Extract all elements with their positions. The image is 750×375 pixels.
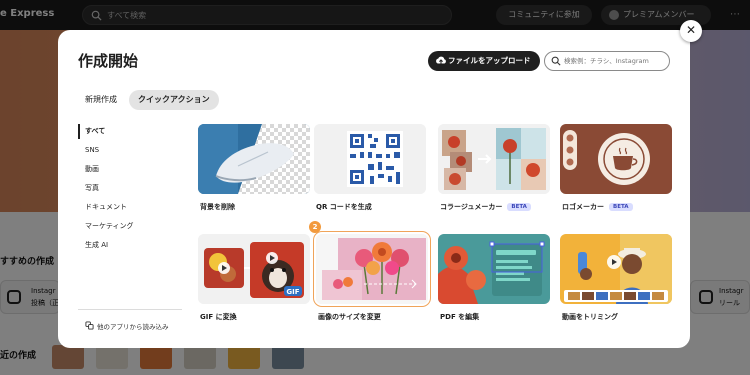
remove-background-icon — [198, 124, 310, 194]
dialog-search-input[interactable] — [564, 54, 664, 68]
action-label: コラージュメーカー BETA — [440, 202, 531, 212]
import-from-other-apps-label: 他のアプリから読み込み — [97, 323, 169, 331]
upload-file-button[interactable]: ファイルをアップロード — [428, 51, 540, 71]
qr-code-icon — [314, 124, 426, 194]
sidebar-divider — [78, 309, 182, 310]
close-dialog-button[interactable]: ✕ — [680, 20, 702, 42]
pdf-icon — [438, 234, 550, 304]
cloud-upload-icon — [436, 56, 446, 65]
dialog-title: 作成開始 — [78, 52, 139, 70]
action-label: PDF を編集 — [440, 313, 480, 321]
gif-badge-text: GIF — [286, 288, 299, 296]
category-sns[interactable]: SNS — [78, 143, 184, 158]
step-number-badge: 2 — [309, 221, 321, 233]
action-label-text: コラージュメーカー — [440, 203, 503, 211]
upload-file-label: ファイルをアップロード — [448, 56, 531, 65]
import-from-other-apps-link[interactable]: 他のアプリから読み込み — [85, 321, 169, 331]
action-label: 背景を削除 — [200, 203, 235, 211]
action-label: 画像のサイズを変更 — [318, 313, 381, 321]
dialog-search-box[interactable] — [544, 51, 670, 71]
category-generative-ai[interactable]: 生成 AI — [78, 238, 184, 253]
logo-icon — [560, 124, 672, 194]
beta-badge: BETA — [609, 203, 633, 211]
gif-icon: GIF — [198, 234, 310, 304]
category-document[interactable]: ドキュメント — [78, 200, 184, 215]
action-label: GIF に変換 — [200, 313, 237, 321]
category-marketing[interactable]: マーケティング — [78, 219, 184, 234]
collage-icon — [438, 124, 550, 194]
category-photo[interactable]: 写真 — [78, 181, 184, 196]
search-icon — [551, 56, 561, 66]
close-icon: ✕ — [685, 23, 697, 37]
import-icon — [85, 321, 94, 330]
action-label: 動画をトリミング — [562, 313, 618, 321]
action-label: QR コードを生成 — [316, 203, 372, 211]
beta-badge: BETA — [507, 203, 531, 211]
video-trim-icon — [560, 234, 672, 304]
resize-icon — [313, 231, 431, 307]
category-all[interactable]: すべて — [78, 124, 184, 139]
tab-new-creation[interactable]: 新規作成 — [76, 90, 126, 110]
tab-quick-actions[interactable]: クイックアクション — [129, 90, 219, 110]
action-label-text: ロゴメーカー — [562, 203, 604, 211]
action-label: ロゴメーカー BETA — [562, 202, 633, 212]
category-video[interactable]: 動画 — [78, 162, 184, 177]
start-creating-dialog: 作成開始 ファイルをアップロード 新規作成 クイックアクション すべて SNS … — [58, 30, 690, 348]
